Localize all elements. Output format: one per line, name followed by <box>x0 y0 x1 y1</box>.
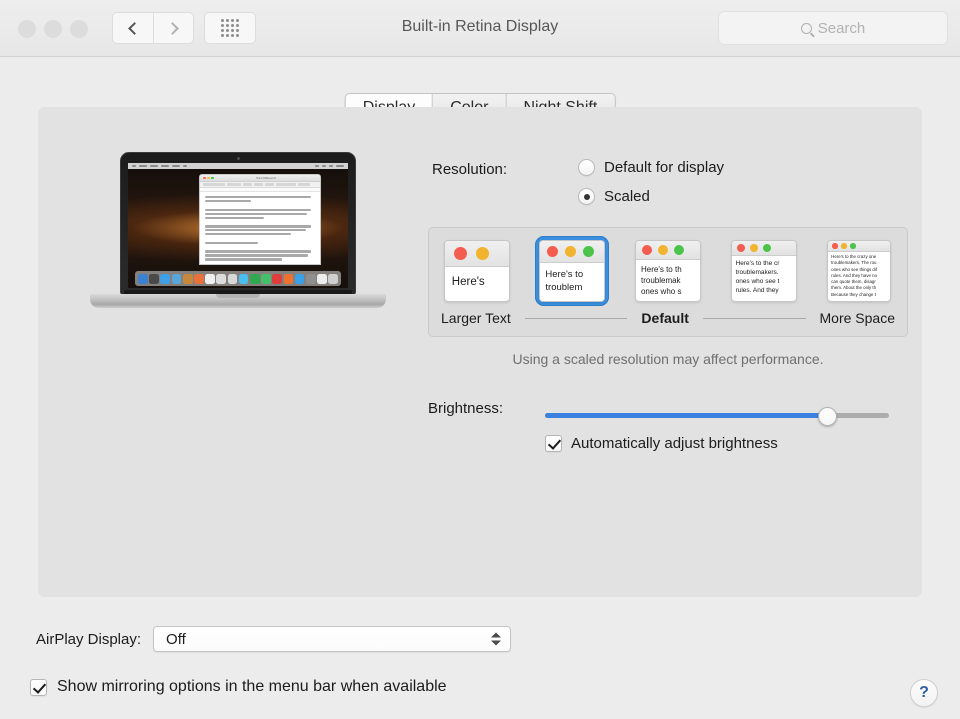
legend-divider-line <box>524 317 628 319</box>
search-placeholder: Search <box>817 19 866 37</box>
resolution-option-2[interactable]: Here's to troublem <box>525 236 621 314</box>
thumbnail-text-line: Here's to th <box>640 265 682 274</box>
checkbox-icon <box>545 435 562 452</box>
auto-brightness-label: Automatically adjust brightness <box>571 435 778 452</box>
legend-default: Default <box>641 310 689 326</box>
radio-label: Scaled <box>604 188 650 205</box>
resolution-option-4[interactable]: Here's to the cr troublemakers. ones who… <box>716 236 812 314</box>
slider-knob[interactable] <box>818 407 838 426</box>
window-titlebar: Built-in Retina Display Search <box>0 0 960 57</box>
thumbnail-frame: Here's <box>440 236 514 306</box>
auto-brightness-checkbox[interactable]: Automatically adjust brightness <box>545 435 778 452</box>
preview-textedit-window: Think Different.rtf <box>199 174 321 265</box>
preview-menubar <box>128 163 348 169</box>
thumbnail-frame-selected: Here's to troublem <box>535 236 610 306</box>
radio-button-icon <box>578 159 595 176</box>
preview-document-text <box>200 192 320 264</box>
search-icon <box>800 22 812 34</box>
brightness-label: Brightness: <box>428 400 504 417</box>
stepper-updown-icon <box>491 632 502 646</box>
resolution-option-3[interactable]: Here's to th troublemak ones who s <box>620 236 716 314</box>
show-mirroring-options-checkbox[interactable]: Show mirroring options in the menu bar w… <box>30 678 447 696</box>
camera-icon <box>236 157 240 160</box>
legend-divider-line <box>702 317 806 319</box>
preview-window-title: Think Different.rtf <box>256 176 276 180</box>
display-settings-panel: Think Different.rtf Resolution: Default … <box>38 107 922 597</box>
thumbnail-text-line: troublem <box>545 282 583 293</box>
help-icon: ? <box>919 684 929 701</box>
thumbnail-text-line: rules. And they <box>735 287 779 294</box>
scaled-resolution-chooser: Here's Here's to troublem Here's to th t… <box>428 227 908 337</box>
airplay-label: AirPlay Display: <box>36 630 142 648</box>
thumbnail-text-line: Here's to <box>545 269 584 280</box>
show-mirroring-label: Show mirroring options in the menu bar w… <box>57 678 447 695</box>
checkbox-icon <box>30 678 47 696</box>
resolution-option-5[interactable]: Here's to the crazy one troublemakers. T… <box>811 236 907 314</box>
help-button[interactable]: ? <box>910 679 938 707</box>
thumbnail-text-line: troublemakers. <box>735 269 779 276</box>
resolution-label: Resolution: <box>432 161 508 178</box>
macbook-screen: Think Different.rtf <box>128 163 348 288</box>
performance-note: Using a scaled resolution may affect per… <box>512 351 824 367</box>
resolution-option-1[interactable]: Here's <box>429 236 525 314</box>
thumbnail-text-line: Here's to the cr <box>735 260 780 267</box>
scale-legend: Larger Text Default More Space <box>429 308 907 328</box>
thumbnail-text-line: Here's <box>451 276 485 288</box>
thumbnail-frame: Here's to th troublemak ones who s <box>631 236 705 306</box>
thumbnail-text-line: ones who see t <box>735 278 780 285</box>
thumbnail-frame: Here's to the cr troublemakers. ones who… <box>727 236 801 306</box>
preview-dock <box>135 271 341 286</box>
macbook-base <box>90 294 386 308</box>
legend-larger-text: Larger Text <box>441 310 511 326</box>
thumbnail-frame: Here's to the crazy one troublemakers. T… <box>823 236 895 306</box>
airplay-display-row: AirPlay Display: Off <box>36 626 512 652</box>
macbook-notch <box>216 294 260 298</box>
legend-more-space: More Space <box>819 310 895 326</box>
thumbnail-text-line: troublemak <box>640 276 681 285</box>
slider-fill <box>545 413 828 418</box>
radio-button-icon <box>578 188 595 205</box>
resolution-thumbnail-list: Here's Here's to troublem Here's to th t… <box>429 236 907 314</box>
search-input[interactable]: Search <box>718 11 948 45</box>
thumbnail-text-line: ones who s <box>640 287 682 296</box>
brightness-slider[interactable] <box>545 407 889 426</box>
radio-label: Default for display <box>604 159 725 176</box>
thumbnail-text-line: Because they change t <box>831 291 876 297</box>
preview-window-titlebar: Think Different.rtf <box>200 175 320 182</box>
airplay-selected-value: Off <box>166 630 186 648</box>
airplay-display-select[interactable]: Off <box>153 626 512 652</box>
macbook-preview-image: Think Different.rtf <box>90 152 386 342</box>
radio-default-for-display[interactable]: Default for display <box>578 159 724 176</box>
macbook-lid: Think Different.rtf <box>120 152 356 295</box>
radio-scaled[interactable]: Scaled <box>578 188 650 205</box>
